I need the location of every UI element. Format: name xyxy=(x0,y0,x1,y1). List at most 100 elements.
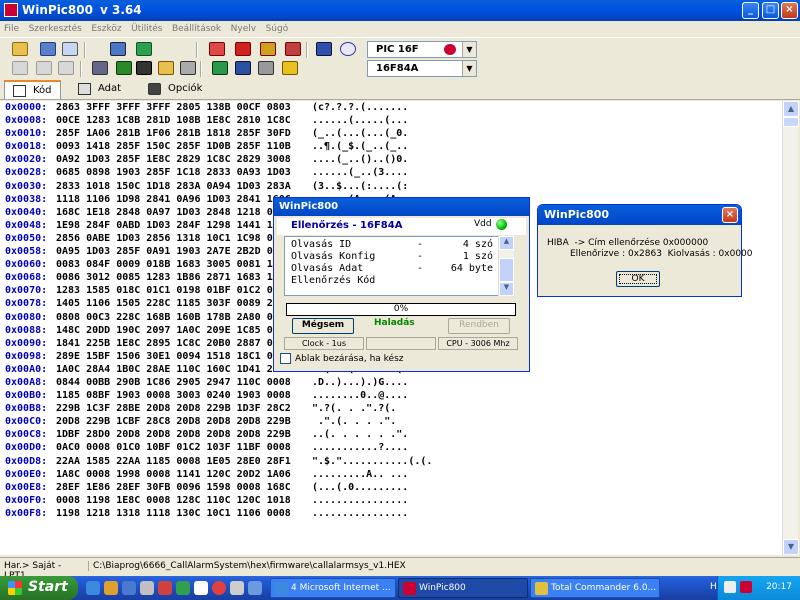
ok-button[interactable]: OK xyxy=(616,271,660,287)
hex-words[interactable]: 1198 1218 1318 1118 130C 10C1 1106 0008 xyxy=(56,507,312,520)
close-icon[interactable]: × xyxy=(722,207,738,223)
hex-words[interactable]: 1DBF 28D0 20D8 20D8 20D8 20D8 20D8 229B xyxy=(56,428,312,441)
verify-icon[interactable] xyxy=(260,42,276,56)
hex-words[interactable]: 28EF 1E86 28EF 30FB 0096 1598 0008 168C xyxy=(56,481,312,494)
menu-settings[interactable]: Beállítások xyxy=(168,23,223,34)
binoculars-icon[interactable] xyxy=(136,61,152,75)
hex-row[interactable]: 0x00D0: 0AC0 0008 01C0 10BF 01C2 103F 11B… xyxy=(0,441,782,454)
menu-help[interactable]: Súgó xyxy=(262,23,291,34)
device-chip-select[interactable]: 16F84A ▼ xyxy=(367,60,477,77)
menu-file[interactable]: File xyxy=(0,23,21,34)
cancel-button[interactable]: Mégsem xyxy=(292,318,354,334)
menu-edit[interactable]: Szerkesztés xyxy=(25,23,84,34)
hex-row[interactable]: 0x00B0: 1185 08BF 1903 0008 3003 0240 190… xyxy=(0,389,782,402)
paste-icon[interactable] xyxy=(36,61,52,75)
hex-row[interactable]: 0x00D8: 22AA 1585 22AA 1185 0008 1E05 28E… xyxy=(0,455,782,468)
maximize-button[interactable]: □ xyxy=(762,2,779,19)
hex-row[interactable]: 0x00E0: 1A8C 0008 1998 0008 1141 120C 20D… xyxy=(0,468,782,481)
hex-words[interactable]: 22AA 1585 22AA 1185 0008 1E05 28E0 28F1 xyxy=(56,455,312,468)
app5-quicklaunch-icon[interactable] xyxy=(212,581,226,595)
close-button[interactable]: × xyxy=(781,2,798,19)
hex-row[interactable]: 0x0028: 0685 0898 1903 285F 1C18 2833 0A9… xyxy=(0,166,782,179)
start-button[interactable]: Start xyxy=(0,576,78,600)
hex-row[interactable]: 0x0008: 00CE 1283 1C8B 281D 108B 1E8C 281… xyxy=(0,114,782,127)
chevron-down-icon[interactable]: ▼ xyxy=(462,42,476,57)
hex-words[interactable]: 0093 1418 285F 150C 285F 1D0B 285F 110B xyxy=(56,140,312,153)
app-quicklaunch-icon[interactable] xyxy=(140,581,154,595)
hex-words[interactable]: 0844 00BB 290B 1C86 2905 2947 110C 0008 xyxy=(56,376,312,389)
log-scrollbar[interactable]: ▲ ▼ xyxy=(498,236,514,296)
hex-row[interactable]: 0x0020: 0A92 1D03 285F 1E8C 2829 1C8C 282… xyxy=(0,153,782,166)
tab-code[interactable]: Kód xyxy=(4,80,61,99)
tab-options[interactable]: Opciók xyxy=(140,80,210,99)
app3-quicklaunch-icon[interactable] xyxy=(176,581,190,595)
refresh-icon[interactable] xyxy=(212,61,228,75)
chip-view-icon[interactable] xyxy=(136,42,152,56)
app4-quicklaunch-icon[interactable] xyxy=(194,581,208,595)
hex-words[interactable]: 0A92 1D03 285F 1E8C 2829 1C8C 2829 3008 xyxy=(56,153,312,166)
hex-words[interactable]: 0AC0 0008 01C0 10BF 01C2 103F 11BF 0008 xyxy=(56,441,312,454)
copy-icon[interactable] xyxy=(12,61,28,75)
task-internet-explorer[interactable]: 4 Microsoft Internet ... xyxy=(270,578,396,598)
minimize-button[interactable]: _ xyxy=(742,2,759,19)
menu-language[interactable]: Nyelv xyxy=(227,23,258,34)
hex-words[interactable]: 1185 08BF 1903 0008 3003 0240 1903 0008 xyxy=(56,389,312,402)
hardware-icon[interactable] xyxy=(282,61,298,75)
chevron-down-icon[interactable]: ▼ xyxy=(462,61,476,76)
hex-row[interactable]: 0x00B8: 229B 1C3F 28BE 20D8 20D8 229B 1D3… xyxy=(0,402,782,415)
tray-speaker-icon[interactable] xyxy=(724,581,736,593)
hex-words[interactable]: 0685 0898 1903 285F 1C18 2833 0A93 1D03 xyxy=(56,166,312,179)
menu-utilities[interactable]: Ütilités xyxy=(127,23,164,34)
device-family-select[interactable]: PIC 16F ▼ xyxy=(367,41,477,58)
hex-words[interactable]: 0008 1198 1E8C 0008 128C 110C 120C 1018 xyxy=(56,494,312,507)
hex-row[interactable]: 0x00E8: 28EF 1E86 28EF 30FB 0096 1598 000… xyxy=(0,481,782,494)
goto-icon[interactable] xyxy=(92,61,108,75)
hex-words[interactable]: 229B 1C3F 28BE 20D8 20D8 229B 1D3F 28C2 xyxy=(56,402,312,415)
settings-tool-icon[interactable] xyxy=(258,61,274,75)
tray-app-icon[interactable] xyxy=(740,581,752,593)
hex-words[interactable]: 2833 1018 150C 1D18 283A 0A94 1D03 283A xyxy=(56,180,312,193)
scroll-up-icon[interactable]: ▲ xyxy=(499,236,514,250)
desktop-quicklaunch-icon[interactable] xyxy=(122,581,136,595)
hex-row[interactable]: 0x00F0: 0008 1198 1E8C 0008 128C 110C 120… xyxy=(0,494,782,507)
hex-words[interactable]: 20D8 229B 1CBF 28C8 20D8 20D8 20D8 229B xyxy=(56,415,312,428)
book-icon[interactable] xyxy=(316,42,332,56)
scroll-thumb[interactable] xyxy=(783,117,799,127)
cut-icon[interactable] xyxy=(58,61,74,75)
tab-data[interactable]: Adat xyxy=(70,80,129,99)
save-disk-icon[interactable] xyxy=(40,42,56,56)
task-winpic800[interactable]: WinPic800 xyxy=(398,578,528,598)
error-dialog-title-bar[interactable]: WinPic800 × xyxy=(538,205,741,225)
scroll-thumb[interactable] xyxy=(499,258,514,282)
open-folder-icon[interactable] xyxy=(12,42,28,56)
chip-select-icon[interactable] xyxy=(235,61,251,75)
progress-dialog-title[interactable]: WinPic800 xyxy=(274,198,529,216)
scroll-down-icon[interactable]: ▼ xyxy=(499,282,514,296)
read-all-icon[interactable] xyxy=(209,42,225,56)
resize-icon[interactable] xyxy=(180,61,196,75)
hex-words[interactable]: 1A8C 0008 1998 0008 1141 120C 20D2 1A06 xyxy=(56,468,312,481)
info-icon[interactable] xyxy=(340,42,356,56)
scroll-down-icon[interactable]: ▼ xyxy=(783,539,799,555)
app6-quicklaunch-icon[interactable] xyxy=(230,581,244,595)
ie-quicklaunch-icon[interactable] xyxy=(86,581,100,595)
tray-clock[interactable]: 20:17 xyxy=(766,582,792,592)
save-as-icon[interactable] xyxy=(62,42,78,56)
replace-icon[interactable] xyxy=(158,61,174,75)
hex-row[interactable]: 0x0010: 285F 1A06 281B 1F06 281B 1818 285… xyxy=(0,127,782,140)
erase-icon[interactable] xyxy=(285,42,301,56)
menu-device[interactable]: Eszköz xyxy=(87,23,123,34)
app2-quicklaunch-icon[interactable] xyxy=(158,581,172,595)
program-all-icon[interactable] xyxy=(235,42,251,56)
hex-row[interactable]: 0x00F8: 1198 1218 1318 1118 130C 10C1 110… xyxy=(0,507,782,520)
checkbox-box[interactable] xyxy=(280,353,291,364)
app7-quicklaunch-icon[interactable] xyxy=(248,581,262,595)
folder-quicklaunch-icon[interactable] xyxy=(104,581,118,595)
hex-row[interactable]: 0x00C0: 20D8 229B 1CBF 28C8 20D8 20D8 20D… xyxy=(0,415,782,428)
hex-words[interactable]: 2863 3FFF 3FFF 3FFF 2805 138B 00CF 0803 xyxy=(56,101,312,114)
monitor-icon[interactable] xyxy=(110,42,126,56)
pointer-icon[interactable] xyxy=(116,61,132,75)
scroll-up-icon[interactable]: ▲ xyxy=(783,101,799,117)
hex-row[interactable]: 0x0018: 0093 1418 285F 150C 285F 1D0B 285… xyxy=(0,140,782,153)
task-total-commander[interactable]: Total Commander 6.0... xyxy=(530,578,660,598)
